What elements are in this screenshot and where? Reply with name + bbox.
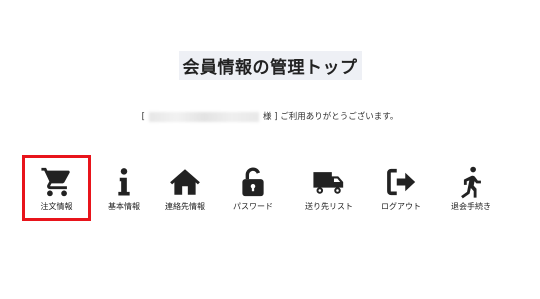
menu-item-label: 基本情報 xyxy=(108,202,140,211)
unlock-icon xyxy=(236,165,270,199)
menu-item-label: パスワード xyxy=(233,202,273,211)
cart-icon xyxy=(40,165,74,199)
logout-icon xyxy=(384,165,418,199)
page-title-wrap: 会員情報の管理トップ xyxy=(0,51,540,80)
menu-item-withdraw[interactable]: 退会手続き xyxy=(440,155,502,221)
menu-item-shipping-list[interactable]: 送り先リスト xyxy=(294,155,364,221)
info-icon xyxy=(107,165,141,199)
greeting-bracket: [ xyxy=(141,112,145,122)
menu-item-contact-info[interactable]: 連絡先情報 xyxy=(156,155,214,221)
walking-icon xyxy=(454,165,488,199)
truck-icon xyxy=(312,165,346,199)
greeting-text: 様 ] ご利用ありがとうございます。 xyxy=(262,112,399,122)
home-icon xyxy=(168,165,202,199)
menu-item-logout[interactable]: ログアウト xyxy=(370,155,432,221)
menu-item-password[interactable]: パスワード xyxy=(222,155,284,221)
menu-item-orders[interactable]: 注文情報 xyxy=(22,155,91,221)
member-menu: 注文情報 基本情報 連絡先情報 パスワード 送り先リスト ログアウト 退会手続き xyxy=(22,155,518,221)
menu-item-basic-info[interactable]: 基本情報 xyxy=(95,155,153,221)
redacted-username xyxy=(148,111,259,122)
menu-item-label: 連絡先情報 xyxy=(165,202,205,211)
menu-item-label: 退会手続き xyxy=(451,202,491,211)
menu-item-label: 送り先リスト xyxy=(305,202,353,211)
greeting: [ 様 ] ご利用ありがとうございます。 xyxy=(0,110,540,124)
menu-item-label: ログアウト xyxy=(381,202,421,211)
page-title: 会員情報の管理トップ xyxy=(178,51,362,80)
menu-item-label: 注文情報 xyxy=(40,202,73,211)
